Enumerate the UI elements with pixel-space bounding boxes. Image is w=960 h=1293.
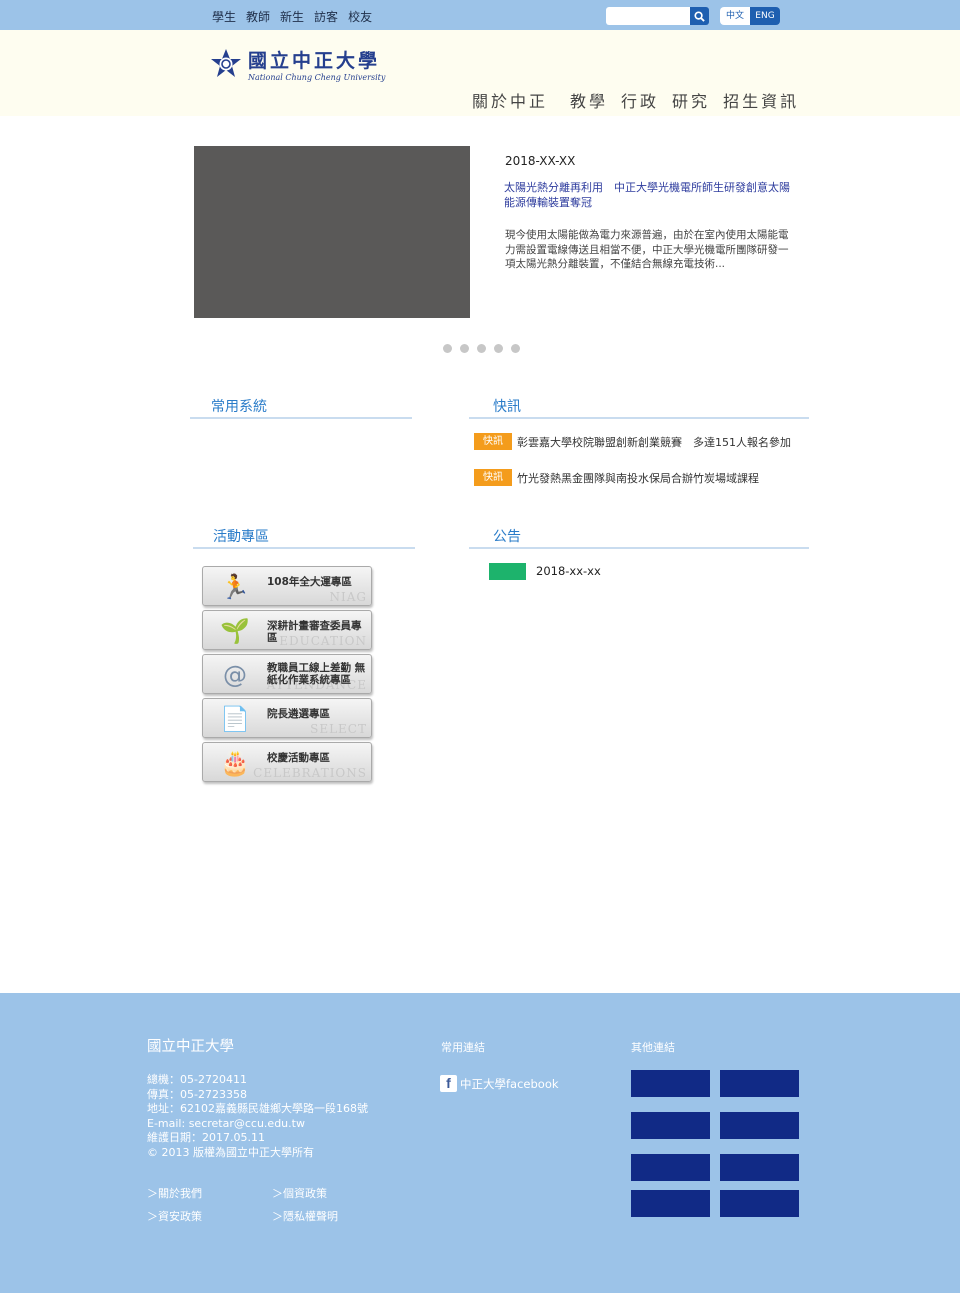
banner-label: 深耕計畫審查委員專區 xyxy=(267,620,362,644)
at-sign-icon: @ xyxy=(223,661,247,689)
language-switch: 中文 ENG xyxy=(720,7,780,25)
slide-dot[interactable] xyxy=(494,344,503,353)
news-divider xyxy=(469,417,809,419)
news-text: 彰雲嘉大學校院聯盟創新創業競賽 多達151人報名參加 xyxy=(517,435,791,449)
logo-text: 國立中正大學 National Chung Cheng University xyxy=(248,46,385,82)
footer-contact-info: 總機：05-2720411 傳真：05-2723358 地址：62102嘉義縣民… xyxy=(147,1073,368,1160)
other-link-block[interactable] xyxy=(720,1070,799,1097)
nav-about[interactable]: 關於中正 xyxy=(472,88,548,112)
link-students[interactable]: 學生 xyxy=(212,8,236,25)
news-heading: 快訊 xyxy=(493,399,521,415)
footer-maintenance-date: 維護日期：2017.05.11 xyxy=(147,1131,265,1144)
common-links-heading: 常用連結 xyxy=(441,1041,485,1054)
activity-banner-games[interactable]: 🏃 NIAG 108年全大運專區 xyxy=(202,566,372,606)
other-link-block[interactable] xyxy=(631,1154,710,1181)
news-text: 竹光發熱黑金團隊與南投水保局合辦竹炭場域課程 xyxy=(517,471,759,485)
search-input[interactable] xyxy=(606,7,690,25)
slide-dot[interactable] xyxy=(443,344,452,353)
facebook-icon: f xyxy=(440,1075,457,1092)
banner-watermark: SELECT xyxy=(310,722,367,736)
nav-admissions[interactable]: 招生資訊 xyxy=(723,88,799,112)
activities-divider xyxy=(193,547,415,549)
nav-teaching[interactable]: 教學 xyxy=(570,88,608,112)
nav-administration[interactable]: 行政 xyxy=(621,88,659,112)
other-link-block[interactable] xyxy=(631,1190,710,1217)
main-nav: 關於中正 教學 行政 研究 招生資訊 xyxy=(472,88,799,112)
logo-chinese: 國立中正大學 xyxy=(248,50,381,72)
slide-dot[interactable] xyxy=(460,344,469,353)
footer-phone: 總機：05-2720411 xyxy=(147,1073,247,1086)
link-about-us[interactable]: ＞關於我們 xyxy=(147,1185,272,1201)
banner-label: 教職員工線上差勤 無紙化作業系統專區 xyxy=(267,662,366,686)
slide-summary: 現今使用太陽能做為電力來源普遍，由於在室內使用太陽能電力需設置電線傳送且相當不便… xyxy=(505,229,789,270)
top-bar: 學生 教師 新生 訪客 校友 中文 ENG xyxy=(0,0,960,30)
link-alumni[interactable]: 校友 xyxy=(348,8,372,25)
link-visitors[interactable]: 訪客 xyxy=(314,8,338,25)
lang-chinese-button[interactable]: 中文 xyxy=(720,7,750,25)
slide-image[interactable] xyxy=(194,146,470,318)
site-header: 國立中正大學 National Chung Cheng University 關… xyxy=(0,30,960,116)
other-link-block[interactable] xyxy=(720,1112,799,1139)
university-logo[interactable]: 國立中正大學 National Chung Cheng University xyxy=(210,46,385,82)
nav-research[interactable]: 研究 xyxy=(672,88,710,112)
activity-banner-select[interactable]: 📄 SELECT 院長遴選專區 xyxy=(202,698,372,738)
runner-icon: 🏃 xyxy=(220,573,250,601)
audience-links: 學生 教師 新生 訪客 校友 xyxy=(212,8,372,25)
activity-banner-attendance[interactable]: @ ATTENDANCE 教職員工線上差勤 無紙化作業系統專區 xyxy=(202,654,372,694)
banner-label: 校慶活動專區 xyxy=(267,752,330,764)
logo-english: National Chung Cheng University xyxy=(248,73,386,82)
sprout-icon: 🌱 xyxy=(220,617,250,645)
systems-divider xyxy=(190,417,412,419)
banner-label: 院長遴選專區 xyxy=(267,708,330,720)
footer-fax: 傳真：05-2723358 xyxy=(147,1087,247,1101)
footer-policy-links: ＞關於我們 ＞個資政策 ＞資安政策 ＞隱私權聲明 xyxy=(147,1185,387,1224)
notices-heading: 公告 xyxy=(493,529,521,545)
notice-date[interactable]: 2018-xx-xx xyxy=(536,564,601,578)
slide-date: 2018-XX-XX xyxy=(505,154,576,168)
banner-watermark: NIAG xyxy=(329,590,367,604)
document-icon: 📄 xyxy=(220,705,250,733)
news-item[interactable]: 快訊 彰雲嘉大學校院聯盟創新創業競賽 多達151人報名參加 xyxy=(474,433,791,450)
systems-heading: 常用系統 xyxy=(211,399,267,415)
news-badge: 快訊 xyxy=(474,433,512,450)
activities-heading: 活動專區 xyxy=(213,529,269,545)
news-item[interactable]: 快訊 竹光發熱黑金團隊與南投水保局合辦竹炭場域課程 xyxy=(474,469,759,486)
other-link-block[interactable] xyxy=(631,1070,710,1097)
facebook-link[interactable]: f 中正大學facebook xyxy=(440,1075,559,1092)
search-icon xyxy=(694,10,705,22)
banner-label: 108年全大運專區 xyxy=(267,576,352,588)
site-footer: 國立中正大學 總機：05-2720411 傳真：05-2723358 地址：62… xyxy=(0,993,960,1293)
footer-copyright: © 2013 版權為國立中正大學所有 xyxy=(147,1145,314,1159)
footer-address: 地址：62102嘉義縣民雄鄉大學路一段168號 xyxy=(147,1102,368,1115)
other-link-block[interactable] xyxy=(720,1190,799,1217)
notice-tag xyxy=(489,563,526,580)
slide-pagination xyxy=(443,344,520,353)
link-teachers[interactable]: 教師 xyxy=(246,8,270,25)
other-link-block[interactable] xyxy=(720,1154,799,1181)
link-security-policy[interactable]: ＞資安政策 xyxy=(147,1208,272,1224)
emblem-icon xyxy=(211,49,241,77)
facebook-label: 中正大學facebook xyxy=(460,1076,559,1091)
slide-dot[interactable] xyxy=(477,344,486,353)
slide-dot[interactable] xyxy=(511,344,520,353)
slide-title[interactable]: 太陽光熱分離再利用 中正大學光機電所師生研發創意太陽能源傳輸裝置奪冠 xyxy=(504,180,796,210)
link-privacy-statement[interactable]: ＞隱私權聲明 xyxy=(272,1208,387,1224)
footer-university-name: 國立中正大學 xyxy=(147,1039,234,1055)
footer-email[interactable]: E-mail: secretar@ccu.edu.tw xyxy=(147,1117,368,1132)
news-badge: 快訊 xyxy=(474,469,512,486)
banner-watermark: CELEBRATIONS xyxy=(253,766,367,780)
link-freshmen[interactable]: 新生 xyxy=(280,8,304,25)
lang-english-button[interactable]: ENG xyxy=(750,7,780,25)
other-links-heading: 其他連結 xyxy=(631,1041,675,1054)
notices-divider xyxy=(469,547,809,549)
other-link-block[interactable] xyxy=(631,1112,710,1139)
activity-banner-celebrations[interactable]: 🎂 CELEBRATIONS 校慶活動專區 xyxy=(202,742,372,782)
activity-banner-education[interactable]: 🌱 EDUCATION 深耕計畫審查委員專區 xyxy=(202,610,372,650)
search-button[interactable] xyxy=(690,7,709,25)
link-privacy-data-policy[interactable]: ＞個資政策 xyxy=(272,1185,387,1201)
